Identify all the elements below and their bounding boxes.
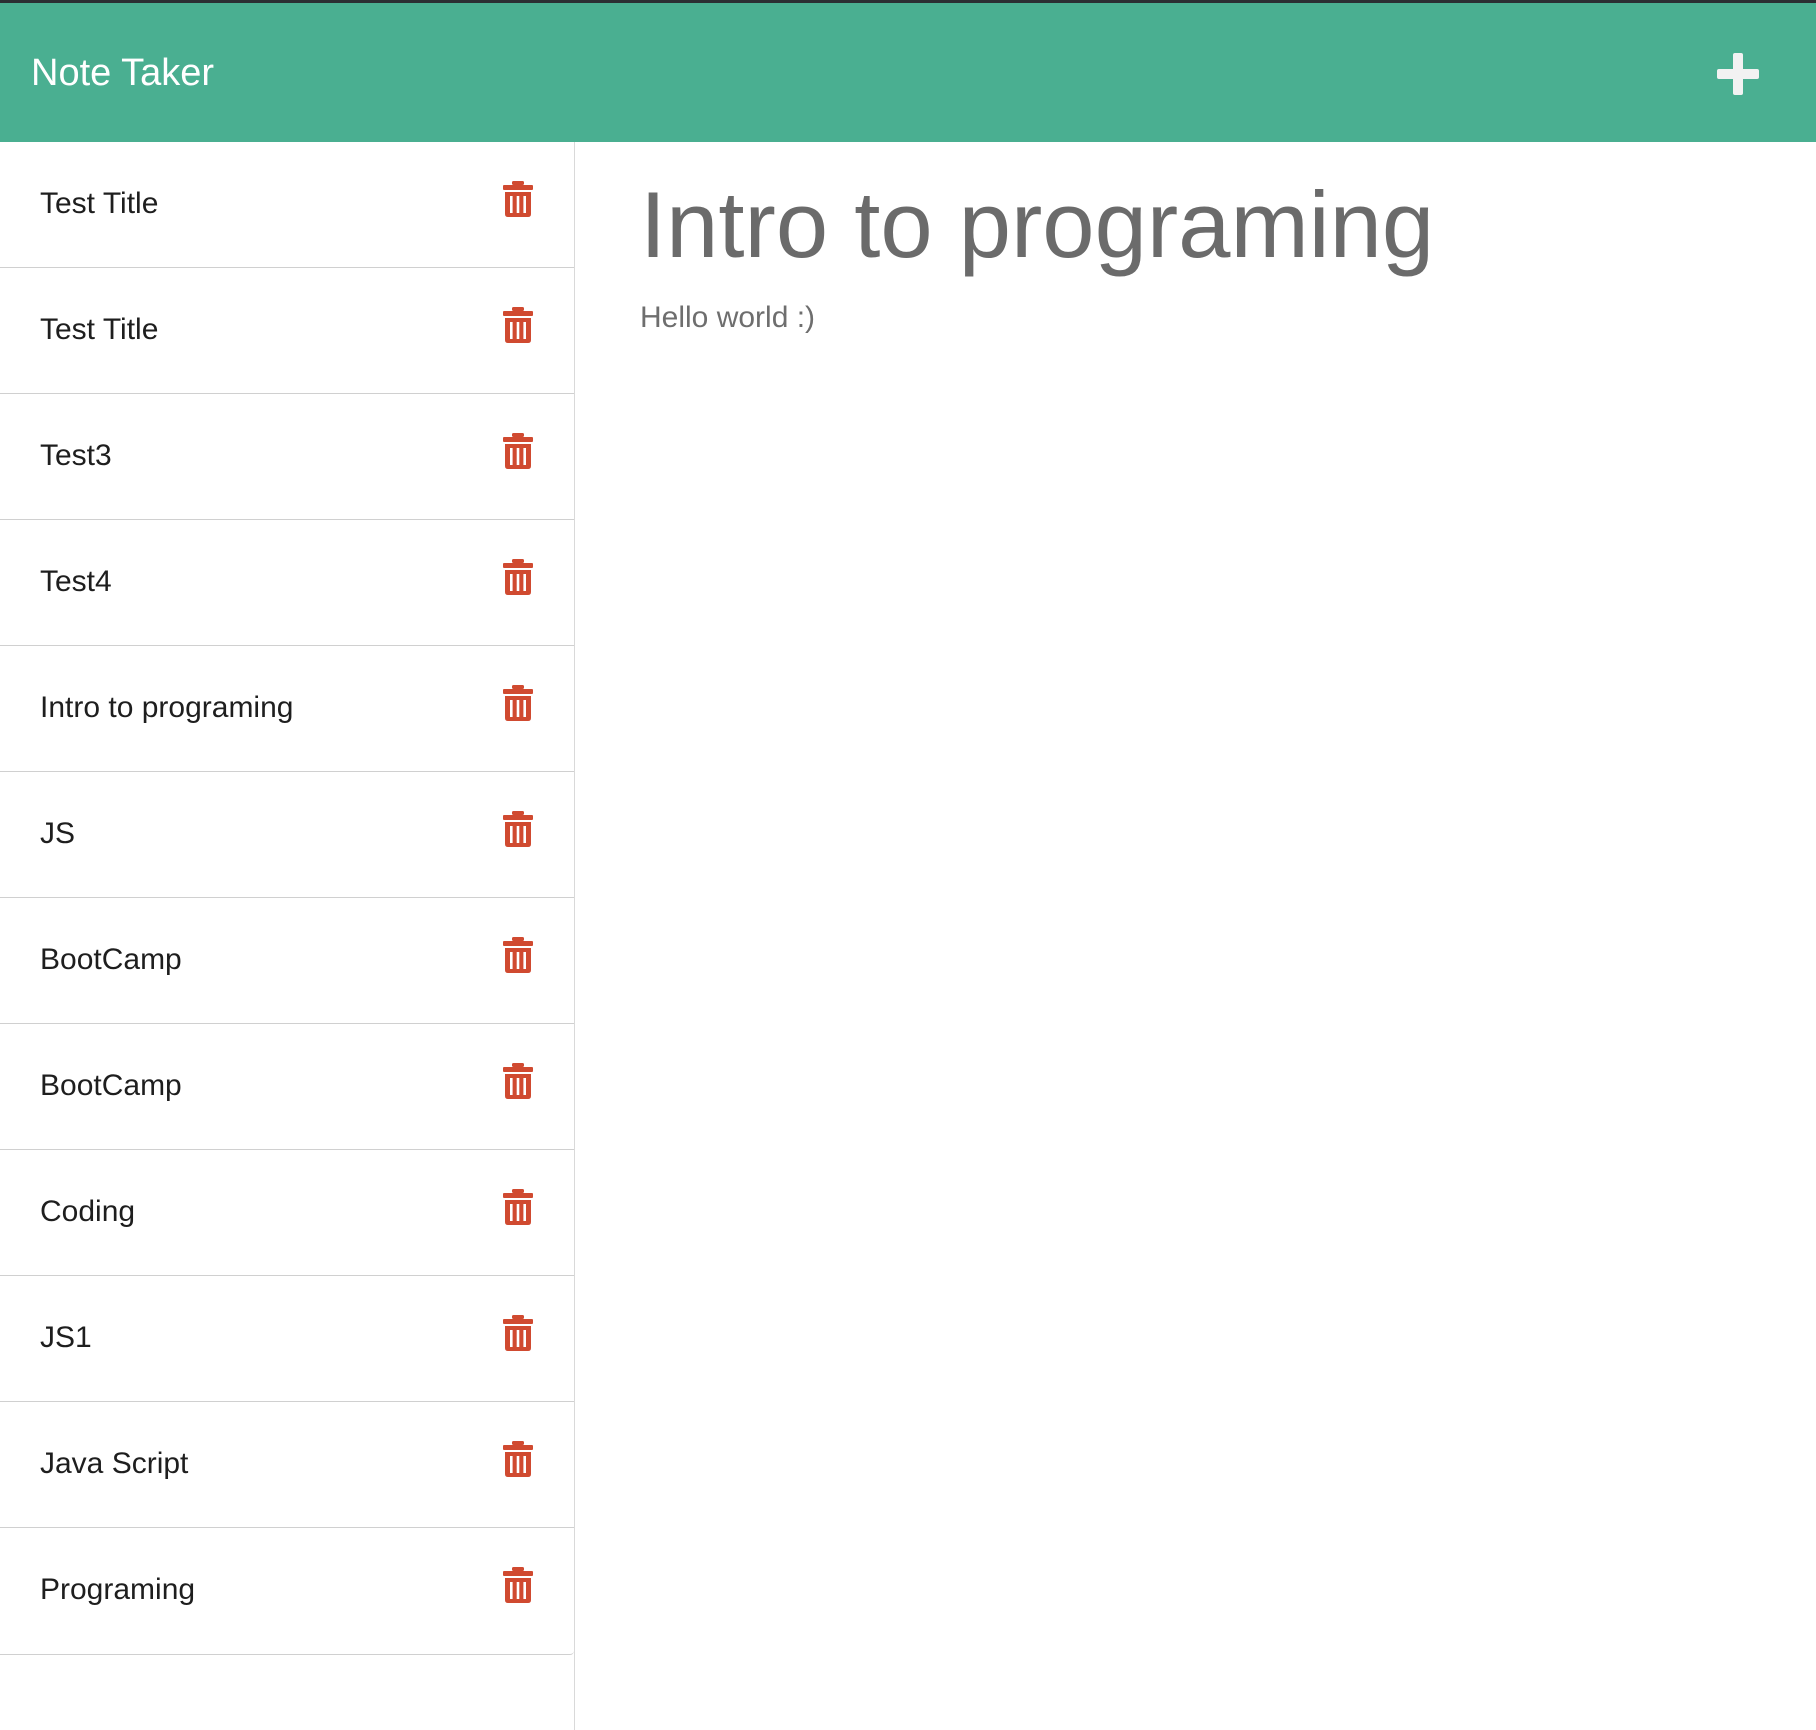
navbar: Note Taker — [0, 0, 1816, 142]
delete-note-button[interactable] — [502, 1440, 534, 1478]
app-brand[interactable]: Note Taker — [31, 51, 214, 95]
trash-icon — [503, 1567, 533, 1603]
delete-note-button[interactable] — [502, 306, 534, 344]
delete-note-button[interactable] — [502, 558, 534, 596]
trash-icon — [503, 181, 533, 217]
note-list-title: JS — [40, 817, 76, 850]
list-item[interactable]: Test4 — [0, 520, 574, 646]
note-list-title: Test Title — [40, 187, 159, 220]
list-item[interactable]: Test3 — [0, 394, 574, 520]
note-list-title: Programing — [40, 1573, 196, 1606]
trash-icon — [503, 937, 533, 973]
note-text-field[interactable]: Hello world :) — [640, 300, 815, 336]
new-note-button[interactable] — [1708, 47, 1768, 101]
note-list-title: Java Script — [40, 1447, 189, 1480]
plus-icon — [1717, 53, 1759, 95]
list-item[interactable]: Test Title — [0, 142, 574, 268]
note-list-title: Coding — [40, 1195, 136, 1228]
notes-sidebar: Test Title Test Title Test3 Test4 Intro … — [0, 142, 575, 1730]
list-item[interactable]: Programing — [0, 1528, 574, 1654]
delete-note-button[interactable] — [502, 432, 534, 470]
note-list-title: BootCamp — [40, 943, 182, 976]
trash-icon — [503, 1189, 533, 1225]
delete-note-button[interactable] — [502, 810, 534, 848]
note-list-title: Test Title — [40, 313, 159, 346]
trash-icon — [503, 307, 533, 343]
note-list: Test Title Test Title Test3 Test4 Intro … — [0, 142, 574, 1655]
list-item[interactable]: Java Script — [0, 1402, 574, 1528]
delete-note-button[interactable] — [502, 684, 534, 722]
list-item[interactable]: BootCamp — [0, 898, 574, 1024]
delete-note-button[interactable] — [502, 180, 534, 218]
delete-note-button[interactable] — [502, 1062, 534, 1100]
list-item[interactable]: JS — [0, 772, 574, 898]
trash-icon — [503, 811, 533, 847]
note-list-title: Test3 — [40, 439, 112, 472]
delete-note-button[interactable] — [502, 1314, 534, 1352]
note-title-field[interactable]: Intro to programing — [640, 170, 1434, 280]
trash-icon — [503, 1441, 533, 1477]
list-item[interactable]: Intro to programing — [0, 646, 574, 772]
trash-icon — [503, 1063, 533, 1099]
list-item[interactable]: Coding — [0, 1150, 574, 1276]
note-editor: Intro to programing Hello world :) — [576, 142, 1816, 1730]
delete-note-button[interactable] — [502, 936, 534, 974]
note-list-title: JS1 — [40, 1321, 92, 1354]
note-list-title: Test4 — [40, 565, 112, 598]
trash-icon — [503, 1315, 533, 1351]
trash-icon — [503, 685, 533, 721]
list-item[interactable]: JS1 — [0, 1276, 574, 1402]
delete-note-button[interactable] — [502, 1188, 534, 1226]
list-item[interactable]: Test Title — [0, 268, 574, 394]
delete-note-button[interactable] — [502, 1566, 534, 1604]
note-list-title: Intro to programing — [40, 691, 294, 724]
list-item[interactable]: BootCamp — [0, 1024, 574, 1150]
trash-icon — [503, 433, 533, 469]
trash-icon — [503, 559, 533, 595]
note-list-title: BootCamp — [40, 1069, 182, 1102]
